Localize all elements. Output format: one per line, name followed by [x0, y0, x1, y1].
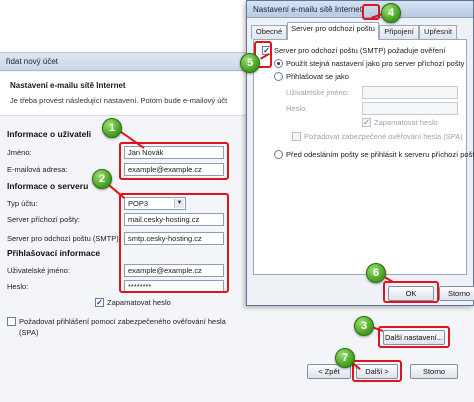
- logon-using-radio[interactable]: [274, 72, 283, 81]
- spa-checkbox[interactable]: [7, 317, 16, 326]
- step-badge-2: 2: [92, 169, 112, 189]
- logon-using-label: Přihlašovat se jako: [286, 72, 349, 81]
- dialog-password-label: Heslo:: [286, 104, 308, 113]
- tab-advanced[interactable]: Upřesnit: [419, 25, 457, 39]
- name-label: Jméno:: [7, 148, 32, 157]
- outgoing-server-label: Server pro odchozí poštu (SMTP):: [7, 234, 121, 243]
- dialog-username-input[interactable]: [362, 86, 458, 99]
- dialog-title: Nastavení e-mailu sítě Internet: [253, 5, 362, 14]
- spa-label-line2: (SPA): [19, 328, 39, 337]
- wizard-header-subtitle: Je třeba provést následující nastavení. …: [10, 96, 228, 105]
- highlight-server-info: [119, 193, 229, 293]
- tab-connection[interactable]: Připojení: [379, 25, 419, 39]
- highlight-user-info: [119, 142, 229, 180]
- step-badge-4: 4: [381, 3, 401, 23]
- dialog-cancel-button[interactable]: Storno: [439, 286, 474, 301]
- same-settings-radio[interactable]: [274, 59, 283, 68]
- smtp-auth-label: Server pro odchozí poštu (SMTP) požaduje…: [274, 46, 446, 55]
- tab-outgoing-server[interactable]: Server pro odchozí poštu: [287, 22, 379, 40]
- password-label: Heslo:: [7, 282, 29, 291]
- dialog-spa-label: Požadovat zabezpečené ověřování hesla (S…: [304, 132, 463, 141]
- outgoing-server-panel: ✓ Server pro odchozí poštu (SMTP) požadu…: [253, 39, 474, 275]
- username-label: Uživatelské jméno:: [7, 266, 70, 275]
- step-badge-5: 5: [240, 53, 260, 73]
- logon-info-heading: Přihlašovací informace: [7, 248, 101, 258]
- incoming-server-label: Server příchozí pošty:: [7, 215, 80, 224]
- step-badge-1: 1: [102, 118, 122, 138]
- pop-before-smtp-radio[interactable]: [274, 150, 283, 159]
- spa-label-line1: Požadovat přihlášení pomocí zabezpečenéh…: [19, 317, 226, 326]
- step-badge-7: 7: [335, 348, 355, 368]
- step-badge-6: 6: [366, 263, 386, 283]
- dialog-username-label: Uživatelské jméno:: [286, 88, 349, 97]
- email-label: E-mailová adresa:: [7, 165, 68, 174]
- same-settings-label: Použít stejná nastavení jako pro server …: [286, 59, 465, 68]
- highlight-ok: [383, 281, 439, 303]
- cancel-button[interactable]: Storno: [410, 364, 458, 379]
- dialog-remember-label: Zapamatovat heslo: [374, 118, 438, 127]
- remember-password-checkbox[interactable]: ✓: [95, 298, 104, 307]
- wizard-header-title: Nastavení e-mailu sítě Internet: [10, 81, 126, 90]
- dialog-titlebar: Nastavení e-mailu sítě Internet: [247, 1, 473, 18]
- account-type-label: Typ účtu:: [7, 199, 38, 208]
- dialog-spa-checkbox[interactable]: [292, 132, 301, 141]
- step-badge-3: 3: [354, 316, 374, 336]
- dialog-remember-checkbox[interactable]: ✓: [362, 118, 371, 127]
- tab-general[interactable]: Obecné: [251, 25, 287, 39]
- server-info-heading: Informace o serveru: [7, 181, 89, 191]
- dialog-password-input[interactable]: [362, 102, 458, 115]
- wizard-title: řidat nový účet: [6, 57, 59, 66]
- pop-before-smtp-label: Před odesláním pošty se přihlásit k serv…: [286, 150, 474, 159]
- user-info-heading: Informace o uživateli: [7, 129, 92, 139]
- highlight-next: [352, 360, 402, 382]
- highlight-more-settings: [378, 326, 450, 348]
- internet-email-settings-dialog: Nastavení e-mailu sítě Internet Obecné S…: [246, 0, 474, 306]
- remember-password-label: Zapamatovat heslo: [107, 298, 171, 307]
